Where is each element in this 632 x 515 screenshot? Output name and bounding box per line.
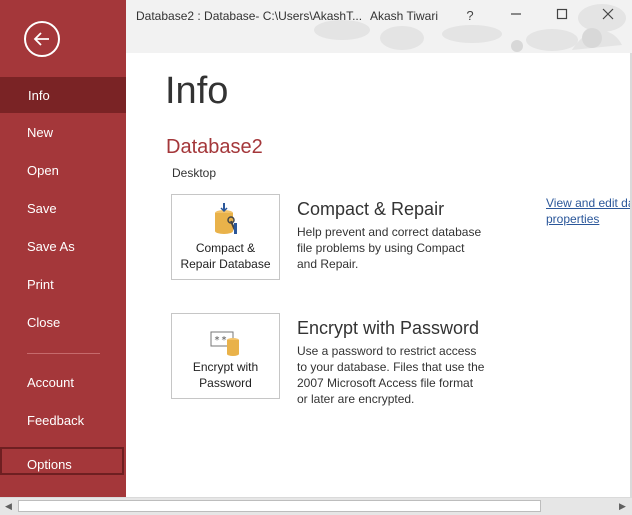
backstage-sidebar: Info New Open Save Save As Print Close A… — [0, 0, 126, 497]
nav-save-as[interactable]: Save As — [0, 229, 126, 265]
nav-options[interactable]: Options — [0, 447, 124, 475]
compact-desc-line: file problems by using Compact — [297, 241, 465, 255]
encrypt-desc-line: Use a password to restrict access — [297, 344, 477, 358]
nav-print[interactable]: Print — [0, 267, 126, 303]
nav-save[interactable]: Save — [0, 191, 126, 227]
close-window-button[interactable] — [593, 4, 623, 28]
encrypt-label-1: Encrypt with — [192, 360, 259, 374]
compact-desc-line: and Repair. — [297, 257, 359, 271]
window-title: Database2 : Database- C:\Users\AkashT... — [136, 9, 363, 23]
scroll-right-arrow-icon[interactable]: ▶ — [614, 498, 631, 515]
encrypt-password-button[interactable]: * * Encrypt with Password — [171, 313, 280, 399]
page-title: Info — [165, 70, 229, 112]
nav-new[interactable]: New — [0, 115, 126, 151]
encrypt-desc-line: or later are encrypted. — [297, 392, 415, 406]
minimize-icon — [511, 13, 521, 15]
title-bar: Database2 : Database- C:\Users\AkashT...… — [126, 0, 632, 53]
database-location: Desktop — [172, 166, 217, 180]
close-icon — [602, 8, 614, 20]
nav-separator — [27, 353, 100, 354]
link-line-1[interactable]: View and edit da — [546, 195, 632, 211]
nav-info[interactable]: Info — [0, 77, 126, 113]
nav-account[interactable]: Account — [0, 365, 126, 401]
encrypt-title: Encrypt with Password — [297, 318, 480, 338]
maximize-button[interactable] — [547, 4, 577, 28]
back-button[interactable] — [24, 21, 60, 57]
encrypt-desc-line: to your database. Files that use the — [297, 360, 485, 374]
encrypt-desc-line: 2007 Microsoft Access file format — [297, 376, 474, 390]
horizontal-scrollbar[interactable]: ◀ ▶ — [0, 497, 632, 515]
maximize-icon — [556, 8, 568, 20]
svg-text:*: * — [221, 335, 227, 346]
svg-text:*: * — [214, 335, 220, 346]
encrypt-label-2: Password — [199, 376, 252, 390]
back-arrow-icon — [33, 32, 49, 46]
encrypt-description: Use a password to restrict access to you… — [297, 343, 487, 407]
nav-feedback[interactable]: Feedback — [0, 403, 126, 439]
help-button[interactable]: ? — [455, 4, 485, 28]
compact-repair-label-1: Compact & — [195, 241, 256, 255]
compact-repair-label-2: Repair Database — [180, 257, 271, 271]
scroll-left-arrow-icon[interactable]: ◀ — [0, 498, 17, 515]
view-edit-properties-link[interactable]: View and edit da properties — [546, 195, 632, 227]
signed-in-user[interactable]: Akash Tiwari — [370, 9, 438, 23]
compact-repair-description: Help prevent and correct database file p… — [297, 224, 487, 272]
encrypt-password-icon: * * — [210, 331, 239, 356]
compact-repair-icon — [215, 203, 237, 234]
nav-close[interactable]: Close — [0, 305, 126, 341]
compact-repair-button[interactable]: Compact & Repair Database — [171, 194, 280, 280]
nav-open[interactable]: Open — [0, 153, 126, 189]
link-line-2[interactable]: properties — [546, 211, 632, 227]
database-name: Database2 — [166, 136, 263, 158]
compact-desc-line: Help prevent and correct database — [297, 225, 482, 239]
minimize-button[interactable] — [501, 4, 531, 28]
compact-repair-title: Compact & Repair — [297, 199, 445, 219]
scrollbar-thumb[interactable] — [18, 500, 541, 512]
